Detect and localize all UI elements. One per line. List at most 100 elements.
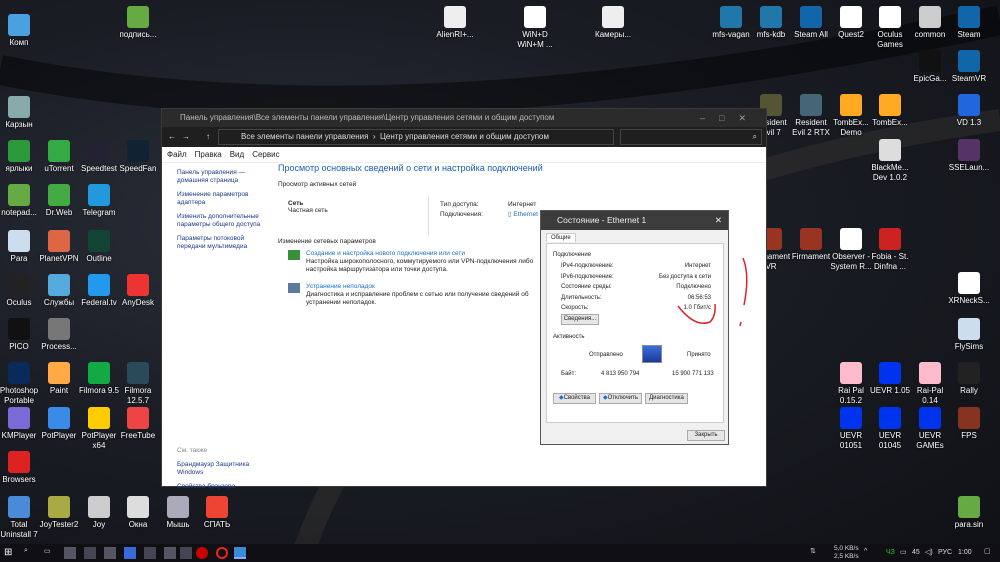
desktop-icon[interactable]: BlackMe... Dev 1.0.2 [868, 139, 912, 183]
desktop-icon[interactable]: Browsers [0, 451, 41, 485]
diagnostics-button[interactable]: Диагностика [645, 393, 688, 404]
back-icon[interactable]: ← [168, 127, 176, 147]
desktop-icon[interactable]: Oculus Games [868, 6, 912, 50]
link-browser-props[interactable]: Свойства браузера [177, 483, 272, 491]
desktop-icon[interactable]: FreeTube [116, 407, 160, 441]
menu-file[interactable]: Файл [167, 150, 187, 159]
tray-cpu[interactable]: ЧЗ [886, 549, 895, 556]
desktop-icon[interactable]: PotPlayer x64 [77, 407, 121, 451]
search-icon[interactable]: ⌕ [24, 547, 36, 559]
dialog-title-bar[interactable]: Состояние - Ethernet 1 ✕ [541, 211, 728, 230]
desktop-icon[interactable]: PICO [0, 318, 41, 352]
taskbar-network-window[interactable] [234, 547, 246, 559]
desktop-icon[interactable]: Total Uninstall 7 [0, 496, 41, 540]
desktop-icon[interactable]: FPS [947, 407, 991, 441]
desktop-icon[interactable]: Process... [37, 318, 81, 352]
desktop-icon[interactable]: Speedtest [77, 140, 121, 174]
desktop-icon[interactable]: para.sin [947, 496, 991, 530]
desktop-icon[interactable]: JoyTester2 [37, 496, 81, 530]
desktop-icon[interactable]: UEVR 1.05 [868, 362, 912, 396]
taskbar-app[interactable] [144, 547, 156, 559]
desktop-icon[interactable]: mfs-kdb [749, 6, 793, 40]
desktop-icon[interactable]: Rally [947, 362, 991, 396]
disable-button[interactable]: ◆Отключить [599, 393, 642, 404]
desktop-icon[interactable]: Joy [77, 496, 121, 530]
desktop-icon[interactable]: PlanetVPN [37, 230, 81, 264]
breadcrumb-item[interactable]: Все элементы панели управления [241, 132, 368, 141]
desktop-icon[interactable]: FlySims [947, 318, 991, 352]
desktop-icon[interactable]: Observer - System R... [829, 228, 873, 272]
desktop-icon[interactable]: TombEx... Demo [829, 94, 873, 138]
desktop-icon[interactable]: SSELaun... [947, 139, 991, 173]
desktop-icon[interactable]: PotPlayer [37, 407, 81, 441]
desktop-icon[interactable]: Paint [37, 362, 81, 396]
desktop-icon[interactable]: VD 1.3 [947, 94, 991, 128]
desktop-icon[interactable]: Para [0, 230, 41, 264]
desktop-icon[interactable]: Quest2 [829, 6, 873, 40]
maximize-button[interactable]: □ [719, 113, 738, 123]
desktop-icon[interactable]: TombEx... [868, 94, 912, 128]
desktop-icon[interactable]: AnyDesk [116, 274, 160, 308]
desktop-icon[interactable]: mfs-vagan [709, 6, 753, 40]
clock[interactable]: 1:00 [958, 549, 972, 556]
link-firewall[interactable]: Брандмауэр Защитника Windows [177, 461, 272, 477]
taskbar-app[interactable] [180, 547, 192, 559]
desktop-icon[interactable]: UEVR 01045 [868, 407, 912, 451]
desktop-icon[interactable]: СПАТЬ [195, 496, 239, 530]
close-button[interactable]: ✕ [738, 113, 760, 123]
sidebar-link-sharing[interactable]: Изменить дополнительные параметры общего… [177, 213, 272, 229]
taskbar-app[interactable] [164, 547, 176, 559]
language-indicator[interactable]: РУС [938, 549, 952, 556]
menu-view[interactable]: Вид [230, 150, 244, 159]
menu-edit[interactable]: Правка [195, 150, 222, 159]
desktop-icon[interactable]: Мышь [156, 496, 200, 530]
start-button[interactable]: ⊞ [4, 547, 16, 559]
desktop-icon[interactable]: Окна [116, 496, 160, 530]
desktop-icon[interactable]: Steam [947, 6, 991, 40]
desktop-icon[interactable]: Fobia - St. Dinfna ... [868, 228, 912, 272]
desktop-icon[interactable]: Карзын [0, 96, 41, 130]
desktop-icon[interactable]: SteamVR [947, 50, 991, 84]
desktop-icon[interactable]: WiN+D WiN+M ... [513, 6, 557, 50]
desktop-icon[interactable]: Filmora 9.5 [77, 362, 121, 396]
opera-gx-icon[interactable] [196, 547, 208, 559]
desktop-icon[interactable]: Oculus [0, 274, 41, 308]
desktop-icon[interactable]: KMPlayer [0, 407, 41, 441]
close-icon[interactable]: ✕ [715, 211, 722, 230]
title-bar[interactable]: Панель управления\Все элементы панели уп… [162, 109, 766, 127]
desktop-icon[interactable]: Rai Pal 0.15.2 [829, 362, 873, 406]
breadcrumb-item[interactable]: Центр управления сетями и общим доступом [380, 132, 549, 141]
taskbar-app[interactable] [84, 547, 96, 559]
minimize-button[interactable]: – [700, 113, 719, 123]
link-troubleshoot[interactable]: Устранение неполадок [306, 283, 556, 291]
task-view-icon[interactable]: ▭ [44, 547, 56, 559]
volume-icon[interactable]: ◁) [925, 548, 933, 556]
desktop-icon[interactable]: ярлыки [0, 140, 41, 174]
taskbar-app[interactable] [64, 547, 76, 559]
desktop-icon[interactable]: Dr.Web [37, 184, 81, 218]
tab-general[interactable]: Общие [546, 233, 576, 242]
desktop-icon[interactable]: AlienRI+... [433, 6, 477, 40]
desktop-icon[interactable]: XRNeckS... [947, 272, 991, 306]
up-icon[interactable]: ↑ [206, 127, 210, 147]
tray-chevron-icon[interactable]: ^ [864, 548, 867, 555]
notifications-icon[interactable]: ▢ [984, 547, 991, 555]
desktop-icon[interactable]: Rai-Pal 0.14 [908, 362, 952, 406]
desktop-icon[interactable]: Steam All [789, 6, 833, 40]
desktop-icon[interactable]: Filmora 12.5.7 [116, 362, 160, 406]
desktop-icon[interactable]: Federal.tv [77, 274, 121, 308]
desktop-icon[interactable]: Службы [37, 274, 81, 308]
opera-icon[interactable] [216, 547, 228, 559]
network-tray-icon[interactable]: ▭ [900, 548, 907, 556]
desktop-icon[interactable]: Resident Evil 2 RTX [789, 94, 833, 138]
desktop-icon[interactable]: uTorrent [37, 140, 81, 174]
taskbar-app[interactable] [124, 547, 136, 559]
desktop-icon[interactable]: UEVR GAMEs [908, 407, 952, 451]
desktop-icon[interactable]: Telegram [77, 184, 121, 218]
details-button[interactable]: Сведения... [561, 314, 599, 325]
taskbar-app[interactable] [104, 547, 116, 559]
desktop-icon[interactable]: подпись... [116, 6, 160, 40]
close-dialog-button[interactable]: Закрыть [687, 430, 725, 441]
menu-service[interactable]: Сервис [252, 150, 279, 159]
desktop-icon[interactable]: SpeedFan [116, 140, 160, 174]
